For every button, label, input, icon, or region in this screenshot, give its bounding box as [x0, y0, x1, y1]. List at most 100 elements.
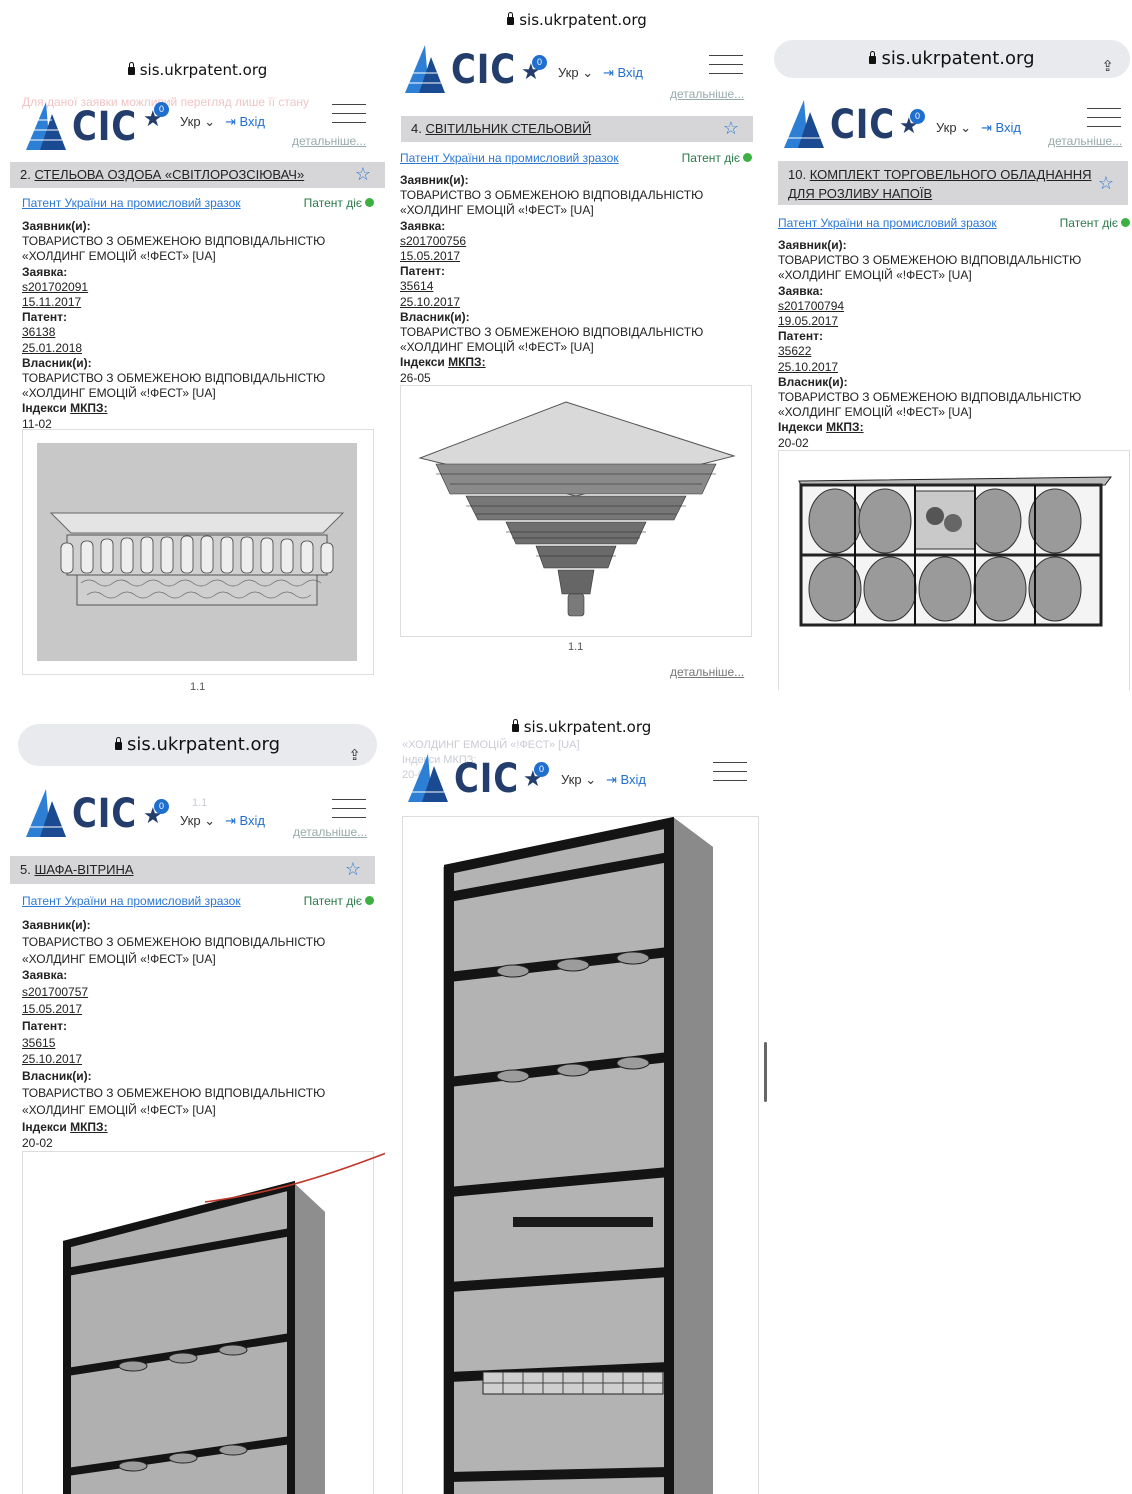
add-favorite-star-icon[interactable]: ☆	[1098, 173, 1114, 194]
result-title-link[interactable]: ШАФА-ВІТРИНА	[34, 862, 133, 877]
scrollbar[interactable]	[764, 1042, 767, 1102]
details-link[interactable]: детальніше...	[292, 134, 366, 148]
language-select[interactable]: Укр ⌄	[936, 120, 971, 136]
login-link[interactable]: ⇥ Вхід	[225, 813, 265, 829]
application-number-link[interactable]: s201700757	[22, 985, 88, 999]
design-image-frame[interactable]	[778, 450, 1130, 690]
url-text: sis.ukrpatent.org	[126, 734, 280, 755]
status-text: Патент діє	[1059, 216, 1118, 230]
language-select[interactable]: Укр ⌄	[180, 114, 215, 130]
language-select[interactable]: Укр ⌄	[558, 65, 593, 81]
login-link[interactable]: ⇥ Вхід	[225, 114, 265, 130]
owner-label: Власник(и):	[22, 1069, 92, 1084]
patent-type-link[interactable]: Патент України на промисловий зразок	[400, 151, 619, 165]
index-label: Індекси	[22, 401, 71, 416]
mkpz-link[interactable]: МКПЗ:	[448, 355, 485, 369]
design-image-frame[interactable]	[22, 1151, 385, 1494]
details-link[interactable]: детальніше...	[1048, 134, 1122, 148]
mkpz-link[interactable]: МКПЗ:	[70, 401, 107, 415]
site-header: CIC ★ 0 Укр ⌄ ⇥ Вхід	[394, 752, 769, 812]
address-bar[interactable]: sis.ukrpatent.org	[394, 718, 769, 736]
lock-icon	[114, 737, 122, 750]
menu-hamburger-icon[interactable]	[709, 55, 743, 75]
index-label: Індекси	[400, 355, 449, 370]
patent-type-link[interactable]: Патент України на промисловий зразок	[22, 196, 241, 210]
menu-hamburger-icon[interactable]	[332, 799, 366, 819]
applicant-name-cont: «ХОЛДИНГ ЕМОЦІЙ «!ФЕСТ» [UA]	[22, 249, 216, 264]
login-link[interactable]: ⇥ Вхід	[981, 120, 1021, 136]
address-bar[interactable]: sis.ukrpatent.org ⇪	[18, 724, 377, 766]
mkpz-link[interactable]: МКПЗ:	[826, 420, 863, 434]
menu-hamburger-icon[interactable]	[332, 104, 366, 124]
application-number-link[interactable]: s201702091	[22, 280, 88, 294]
logo-mark-icon	[784, 100, 824, 148]
application-number-link[interactable]: s201700794	[778, 299, 844, 313]
patent-type-link[interactable]: Патент України на промисловий зразок	[22, 894, 241, 908]
applicant-label: Заявник(и):	[778, 238, 847, 252]
login-link[interactable]: ⇥ Вхід	[603, 65, 643, 81]
applicant-name-cont: «ХОЛДИНГ ЕМОЦІЙ «!ФЕСТ» [UA]	[400, 203, 594, 218]
applicant-name-cont: «ХОЛДИНГ ЕМОЦІЙ «!ФЕСТ» [UA]	[22, 951, 216, 966]
cic-logo[interactable]: CIC	[22, 787, 152, 847]
application-number-link[interactable]: s201700756	[400, 234, 466, 248]
screenshot-panel-3: sis.ukrpatent.org ⇪ CIC ★ 0 Укр ⌄ ⇥ Вхід…	[770, 38, 1132, 690]
design-image-frame[interactable]	[402, 816, 759, 1494]
favorites-count-badge: 0	[154, 102, 169, 117]
share-icon[interactable]: ⇪	[1101, 47, 1114, 85]
login-label: Вхід	[995, 120, 1022, 135]
address-bar[interactable]: sis.ukrpatent.org	[10, 61, 385, 79]
patent-date: 25.10.2017	[778, 359, 839, 374]
index-label: Індекси	[778, 420, 827, 435]
share-icon[interactable]: ⇪	[348, 734, 361, 776]
application-label: Заявка:	[22, 264, 68, 279]
result-title-link[interactable]: СВІТИЛЬНИК СТЕЛЬОВИЙ	[425, 121, 591, 136]
menu-hamburger-icon[interactable]	[713, 762, 747, 782]
applicant-name-cont: «ХОЛДИНГ ЕМОЦІЙ «!ФЕСТ» [UA]	[778, 268, 972, 283]
site-header: CIC ★ 0 Укр ⌄ ⇥ Вхід детальніше...	[10, 787, 385, 847]
logo-text: CIC	[72, 104, 138, 150]
patent-info: Заявник(и): ТОВАРИСТВО З ОБМЕЖЕНОЮ ВІДПО…	[22, 219, 325, 432]
address-bar[interactable]: sis.ukrpatent.org	[387, 11, 767, 29]
add-favorite-star-icon[interactable]: ☆	[355, 164, 371, 185]
result-title-bar: 5. ШАФА-ВІТРИНА ☆	[10, 856, 375, 884]
menu-hamburger-icon[interactable]	[1087, 108, 1121, 128]
result-title-link[interactable]: КОМПЛЕКТ ТОРГОВЕЛЬНОГО ОБЛАДНАННЯ	[810, 167, 1092, 182]
login-link[interactable]: ⇥ Вхід	[606, 772, 646, 788]
cic-logo[interactable]: CIC	[780, 98, 910, 158]
design-image-frame[interactable]	[400, 385, 752, 637]
screenshot-panel-2: sis.ukrpatent.org CIC ★ 0 Укр ⌄ ⇥ Вхід д…	[387, 5, 767, 690]
patent-number-link[interactable]: 35622	[778, 344, 811, 358]
details-link[interactable]: детальніше...	[293, 825, 367, 839]
cic-logo[interactable]: CIC	[22, 100, 152, 160]
lock-icon	[507, 12, 515, 25]
patent-number-link[interactable]: 35615	[22, 1036, 55, 1050]
language-label: Укр	[180, 813, 201, 828]
result-body: Патент України на промисловий зразок Пат…	[400, 150, 752, 690]
details-link-bottom[interactable]: детальніше...	[670, 665, 744, 679]
patent-type-link[interactable]: Патент України на промисловий зразок	[778, 216, 997, 230]
application-date: 15.05.2017	[400, 249, 461, 264]
cic-logo[interactable]: CIC	[401, 43, 531, 103]
result-title-link[interactable]: СТЕЛЬОВА ОЗДОБА «СВІТЛОРОЗСІЮВАЧ»	[34, 167, 304, 182]
result-title-link-cont[interactable]: ДЛЯ РОЗЛИВУ НАПОЇВ	[788, 186, 932, 201]
design-image-frame[interactable]	[22, 429, 374, 675]
cic-logo[interactable]: CIC	[404, 752, 534, 812]
applicant-label: Заявник(и):	[22, 918, 91, 932]
address-bar[interactable]: sis.ukrpatent.org ⇪	[774, 40, 1130, 78]
patent-number-link[interactable]: 35614	[400, 279, 433, 293]
details-link[interactable]: детальніше...	[670, 87, 744, 101]
lock-icon	[127, 62, 135, 75]
patent-number-link[interactable]: 36138	[22, 325, 55, 339]
mkpz-link[interactable]: МКПЗ:	[70, 1120, 107, 1134]
add-favorite-star-icon[interactable]: ☆	[345, 859, 361, 880]
status-dot-icon	[365, 198, 374, 207]
patent-label: Патент:	[22, 1018, 67, 1033]
result-title-bar: 4. СВІТИЛЬНИК СТЕЛЬОВИЙ ☆	[401, 116, 753, 142]
site-header: CIC ★ 0 Укр ⌄ ⇥ Вхід детальніше...	[10, 100, 385, 160]
language-select[interactable]: Укр ⌄	[561, 772, 596, 788]
url-text: sis.ukrpatent.org	[881, 48, 1035, 69]
language-select[interactable]: Укр ⌄	[180, 813, 215, 829]
patent-label: Патент:	[400, 264, 445, 279]
add-favorite-star-icon[interactable]: ☆	[723, 118, 739, 139]
result-number: 2.	[20, 167, 31, 182]
